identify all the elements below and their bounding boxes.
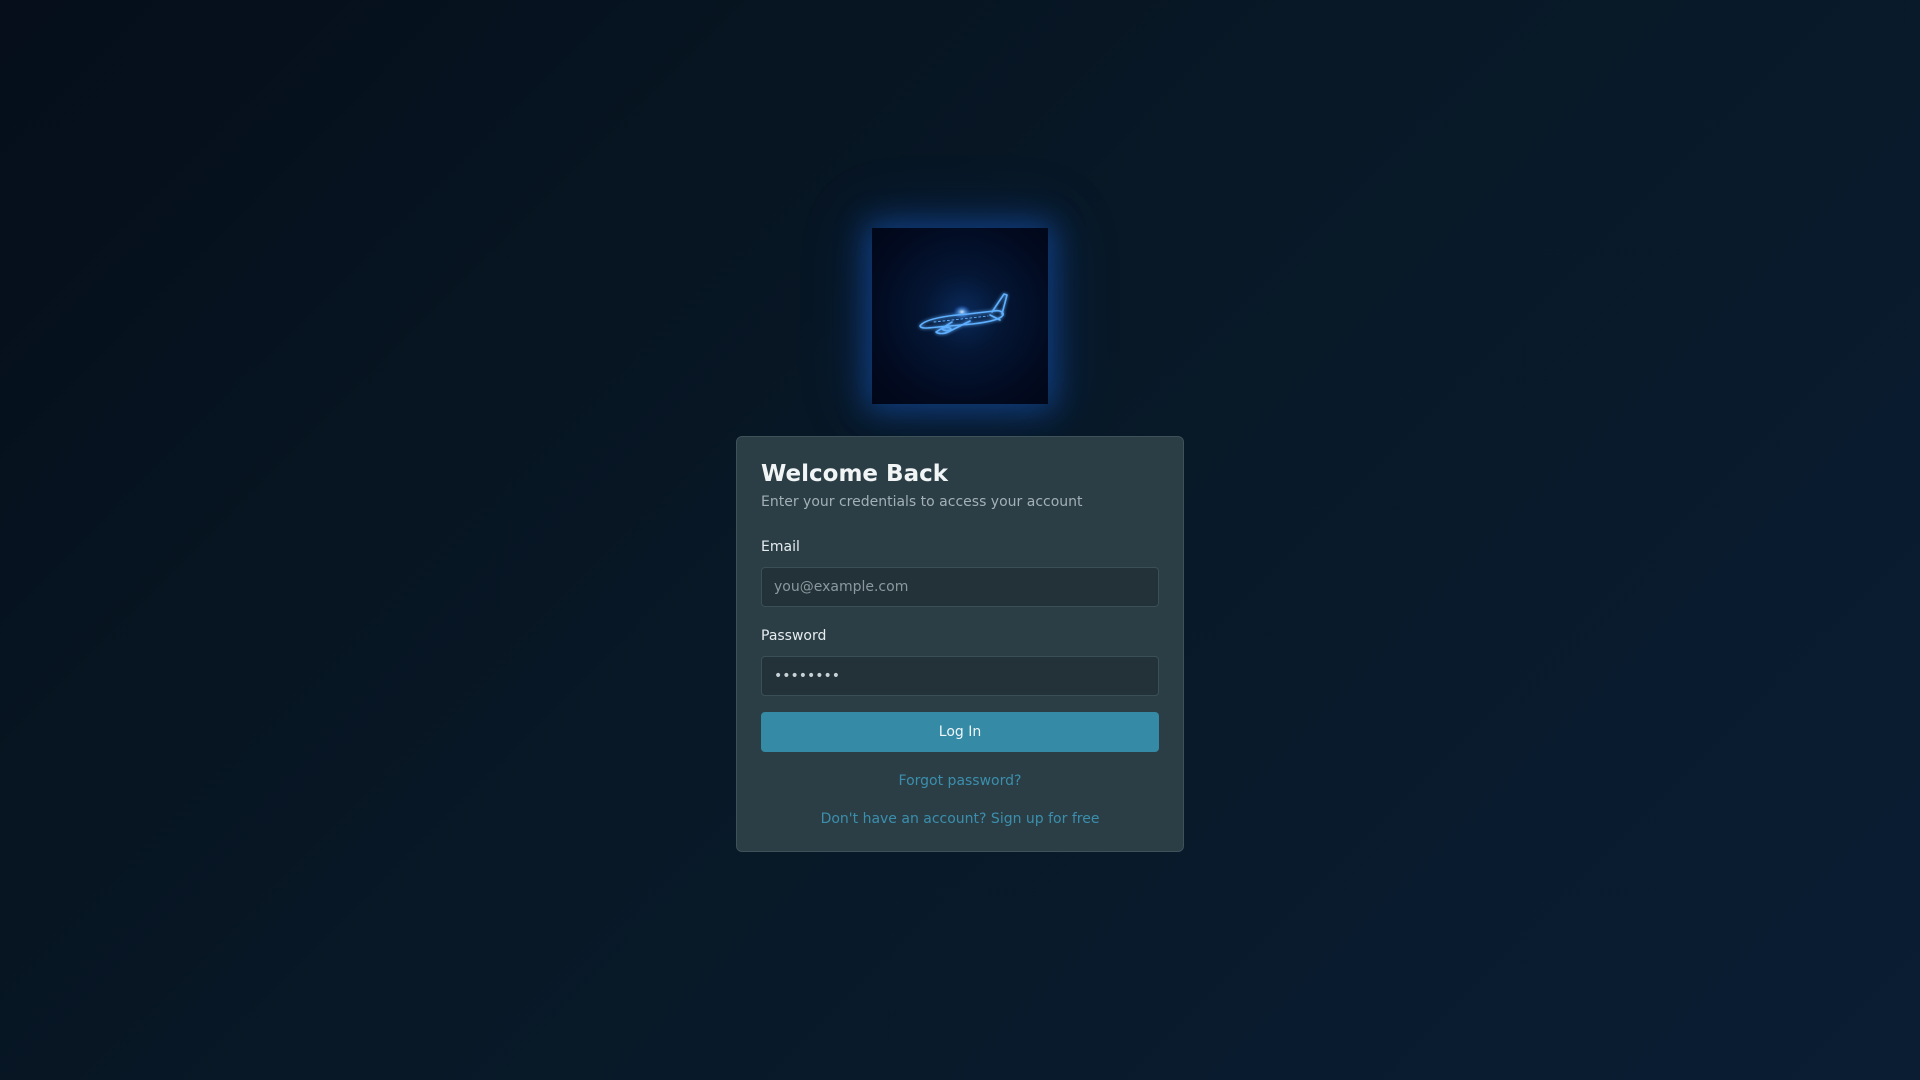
signup-link[interactable]: Don't have an account? Sign up for free (821, 811, 1100, 827)
forgot-password-row: Forgot password? (761, 772, 1159, 790)
login-card: Welcome Back Enter your credentials to a… (736, 436, 1184, 852)
forgot-password-link[interactable]: Forgot password? (899, 773, 1022, 789)
password-input[interactable] (761, 656, 1159, 696)
email-label: Email (761, 539, 800, 555)
login-button[interactable]: Log In (761, 712, 1159, 752)
app-logo (872, 228, 1048, 404)
login-page: Welcome Back Enter your credentials to a… (0, 0, 1920, 1080)
airplane-icon (919, 293, 1008, 335)
login-title: Welcome Back (761, 461, 949, 487)
login-subtitle: Enter your credentials to access your ac… (761, 494, 1083, 510)
password-label: Password (761, 628, 827, 644)
email-input[interactable] (761, 567, 1159, 607)
signup-row: Don't have an account? Sign up for free (761, 810, 1159, 828)
